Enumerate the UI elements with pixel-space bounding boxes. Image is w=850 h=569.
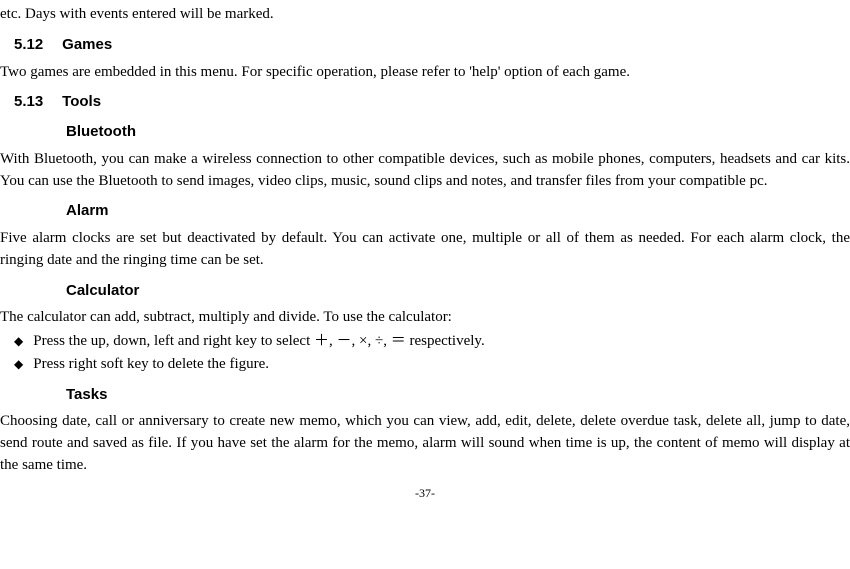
section-heading-games: 5.12 Games	[14, 34, 850, 56]
bluetooth-body: With Bluetooth, you can make a wireless …	[0, 149, 850, 193]
section-heading-tools: 5.13 Tools	[14, 91, 850, 113]
list-item: Press the up, down, left and right key t…	[14, 331, 850, 353]
section-number: 5.12	[14, 34, 58, 56]
subsection-alarm: Alarm	[66, 200, 850, 222]
tasks-body: Choosing date, call or anniversary to cr…	[0, 411, 850, 476]
section-number: 5.13	[14, 91, 58, 113]
subsection-bluetooth: Bluetooth	[66, 121, 850, 143]
section-title: Tools	[62, 93, 101, 110]
document-page: etc. Days with events entered will be ma…	[0, 4, 850, 502]
section-title: Games	[62, 36, 112, 53]
calculator-intro: The calculator can add, subtract, multip…	[0, 307, 850, 329]
page-number: -37-	[0, 485, 850, 502]
orphan-line: etc. Days with events entered will be ma…	[0, 4, 850, 26]
list-item: Press right soft key to delete the figur…	[14, 354, 850, 376]
alarm-body: Five alarm clocks are set but deactivate…	[0, 228, 850, 272]
calculator-bullets: Press the up, down, left and right key t…	[0, 331, 850, 376]
games-body: Two games are embedded in this menu. For…	[0, 62, 850, 84]
subsection-tasks: Tasks	[66, 384, 850, 406]
subsection-calculator: Calculator	[66, 280, 850, 302]
